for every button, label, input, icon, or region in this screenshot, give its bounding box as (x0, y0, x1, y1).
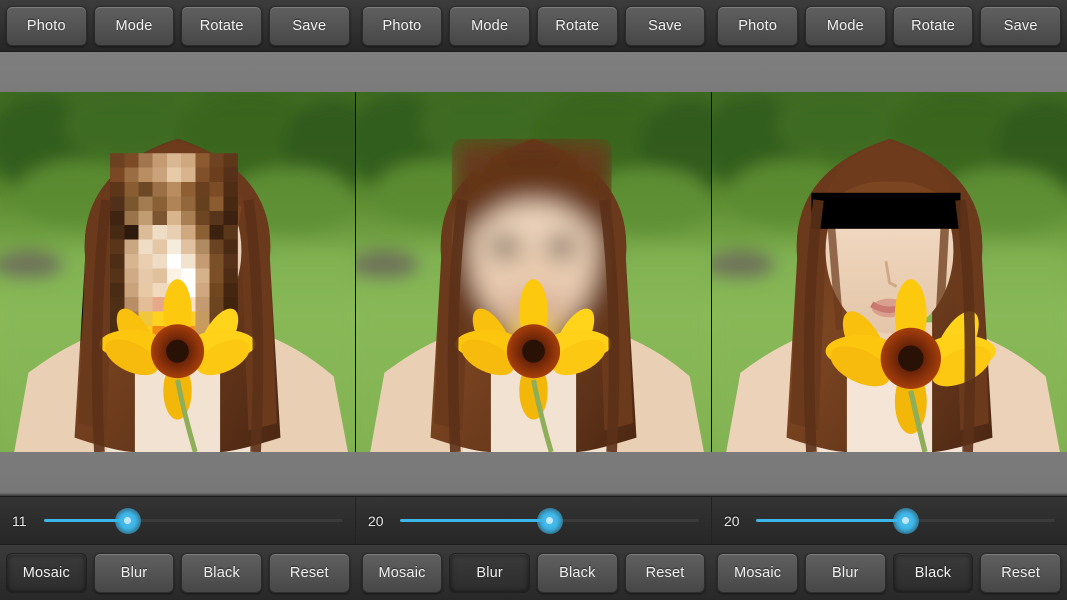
slider-fill (756, 519, 906, 522)
photo-preview-mosaic[interactable] (0, 92, 356, 452)
photo-strip (0, 92, 1067, 452)
mosaic-button[interactable]: Mosaic (6, 552, 87, 593)
photo-button[interactable]: Photo (717, 5, 799, 46)
lower-gray-band (0, 452, 1067, 496)
black-button[interactable]: Black (181, 552, 263, 593)
photo-preview-black[interactable] (712, 92, 1067, 452)
slider-thumb[interactable] (892, 507, 919, 534)
mosaic-button[interactable]: Mosaic (361, 552, 443, 593)
slider-panel-1: 11 (0, 497, 356, 544)
save-button[interactable]: Save (624, 5, 706, 46)
slider-fill (400, 519, 550, 522)
reset-button[interactable]: Reset (269, 552, 350, 593)
toolbar-panel-1: Photo Mode Rotate Save (0, 0, 356, 51)
blur-button[interactable]: Blur (805, 552, 886, 593)
rotate-button[interactable]: Rotate (892, 5, 974, 46)
slider-row: 11 20 20 (0, 496, 1067, 544)
slider-thumb[interactable] (536, 507, 563, 534)
blur-button[interactable]: Blur (449, 552, 531, 593)
app-root: Photo Mode Rotate Save Photo Mode Rotate… (0, 0, 1067, 600)
effects-panel-1: Mosaic Blur Black Reset (0, 545, 356, 600)
photo-image-mosaic (0, 92, 355, 452)
slider-1[interactable] (44, 507, 343, 534)
reset-button[interactable]: Reset (624, 552, 706, 593)
effects-panel-3: Mosaic Blur Black Reset (711, 545, 1067, 600)
reset-button[interactable]: Reset (980, 552, 1062, 593)
photo-preview-blur[interactable] (356, 92, 712, 452)
slider-thumb[interactable] (114, 507, 141, 534)
blur-button[interactable]: Blur (93, 552, 175, 593)
bottom-toolbar: Mosaic Blur Black Reset Mosaic Blur Blac… (0, 544, 1067, 600)
photo-image-blur (356, 92, 711, 452)
slider-3[interactable] (756, 507, 1055, 534)
mode-button[interactable]: Mode (449, 5, 531, 46)
toolbar-panel-2: Photo Mode Rotate Save (356, 0, 712, 51)
black-button[interactable]: Black (537, 552, 618, 593)
mode-button[interactable]: Mode (93, 5, 175, 46)
slider-value-3: 20 (724, 512, 740, 529)
slider-2[interactable] (400, 507, 699, 534)
slider-value-1: 11 (12, 512, 27, 529)
rotate-button[interactable]: Rotate (537, 5, 618, 46)
photo-button[interactable]: Photo (361, 5, 443, 46)
top-toolbar: Photo Mode Rotate Save Photo Mode Rotate… (0, 0, 1067, 52)
toolbar-panel-3: Photo Mode Rotate Save (711, 0, 1067, 51)
upper-gray-band (0, 52, 1067, 92)
mode-button[interactable]: Mode (805, 5, 886, 46)
slider-panel-3: 20 (712, 497, 1067, 544)
slider-value-2: 20 (368, 512, 384, 529)
mosaic-button[interactable]: Mosaic (717, 552, 799, 593)
black-bar-overlay (811, 192, 961, 229)
slider-panel-2: 20 (356, 497, 712, 544)
rotate-button[interactable]: Rotate (181, 5, 263, 46)
save-button[interactable]: Save (980, 5, 1062, 46)
effects-panel-2: Mosaic Blur Black Reset (356, 545, 712, 600)
save-button[interactable]: Save (269, 5, 350, 46)
black-button[interactable]: Black (892, 552, 974, 593)
photo-image-black (712, 92, 1067, 452)
photo-button[interactable]: Photo (6, 5, 87, 46)
